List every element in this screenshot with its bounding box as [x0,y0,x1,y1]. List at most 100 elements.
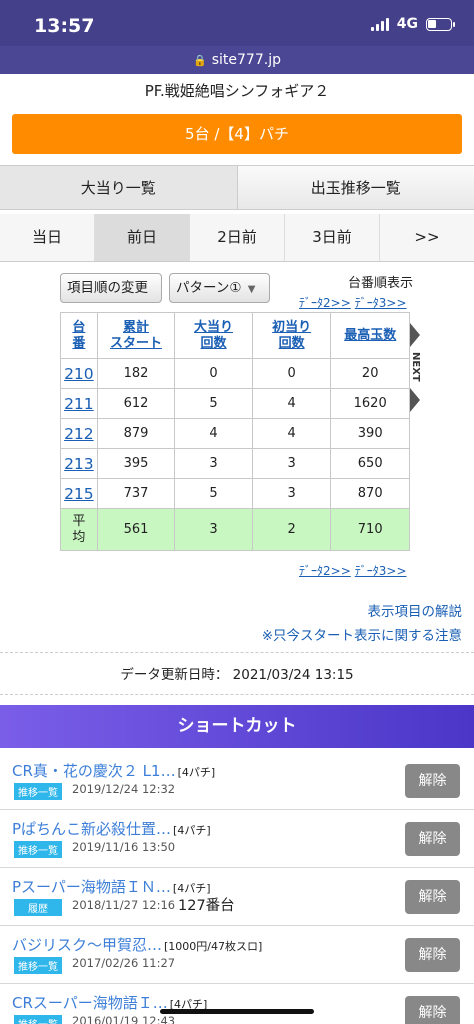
shortcut-badge: 推移一覧 [14,957,62,974]
table-row: 211 612 5 4 1620 [60,388,410,419]
data-links-top: ﾃﾞｰﾀ2>> ﾃﾞｰﾀ3>> [299,294,407,311]
notice-link[interactable]: ※只今スタート表示に関する注意 [262,624,462,644]
machine-number-link[interactable]: 215 [60,478,98,509]
cell-start: 879 [96,418,176,449]
cell-start: 612 [96,388,176,419]
network-label: 4G [396,16,418,32]
shortcut-item[interactable]: CR真・花の慶次２ L1… [4パチ] 推移一覧 2019/12/24 12:32… [0,752,474,810]
dropdown-arrow-icon: ▼ [247,284,256,295]
shortcut-date: 2019/11/16 13:50 [72,840,176,854]
shortcut-header: ショートカット [0,705,474,748]
col-total-start[interactable]: 累計 スタート [96,312,176,359]
home-indicator[interactable] [160,1009,314,1014]
table-row: 212 879 4 4 390 [60,418,410,449]
cell-first: 4 [251,388,332,419]
cell-start: 395 [96,448,176,479]
col-machine-no[interactable]: 台 番 [60,312,98,359]
avg-first: 2 [251,508,332,551]
pattern-select[interactable]: パターン① ▼ [169,273,270,303]
data2-link[interactable]: ﾃﾞｰﾀ2>> [299,296,351,310]
next-arrow-icon[interactable] [410,323,420,347]
tab-today[interactable]: 当日 [0,214,95,261]
url-bar[interactable]: 🔒 site777.jp [0,46,474,74]
next-label[interactable]: NEXT [408,352,422,385]
col-max-balls[interactable]: 最高玉数 [330,312,410,359]
machine-title: PF.戦姫絶唱シンフォギア２ [144,82,330,100]
shortcut-title[interactable]: CR真・花の慶次２ L1… [4パチ] [12,760,215,781]
battery-icon [426,17,455,31]
avg-big: 3 [174,508,253,551]
shortcut-item[interactable]: Pスーパー海物語ＩＮ… [4パチ] 履歴 2018/11/27 12:16 127… [0,868,474,926]
cell-big: 5 [174,388,253,419]
pattern-value: パターン① [176,280,242,296]
cell-first: 0 [251,358,332,389]
remove-shortcut-button[interactable]: 解除 [405,880,460,914]
next-arrow-icon[interactable] [410,388,420,412]
tab-jackpot-list[interactable]: 大当り一覧 [0,166,238,209]
shortcut-badge: 推移一覧 [14,841,62,858]
data-links-bottom: ﾃﾞｰﾀ2>> ﾃﾞｰﾀ3>> [299,562,407,579]
tab-previous-day[interactable]: 前日 [95,214,190,261]
tab-more[interactable]: >> [380,214,474,261]
data3-link[interactable]: ﾃﾞｰﾀ3>> [355,564,407,578]
shortcut-date: 2016/01/19 12:43 [72,1014,176,1024]
machine-number-link[interactable]: 210 [60,358,98,389]
average-row: 平 均 561 3 2 710 [60,508,410,551]
cell-max: 20 [330,358,410,389]
tab-payout-transition[interactable]: 出玉推移一覧 [237,166,474,209]
shortcut-title[interactable]: バジリスク～甲賀忍… [1000円/47枚スロ] [12,934,262,955]
cell-big: 5 [174,478,253,509]
remove-shortcut-button[interactable]: 解除 [405,764,460,798]
lock-icon: 🔒 [193,54,207,67]
shortcut-item[interactable]: Pぱちんこ新必殺仕置… [4パチ] 推移一覧 2019/11/16 13:50 解… [0,810,474,868]
day-tabs: 当日 前日 2日前 3日前 >> [0,214,474,262]
avg-max: 710 [330,508,410,551]
table-row: 215 737 5 3 870 [60,478,410,509]
cell-big: 0 [174,358,253,389]
data2-link[interactable]: ﾃﾞｰﾀ2>> [299,564,351,578]
shortcut-item[interactable]: バジリスク～甲賀忍… [1000円/47枚スロ] 推移一覧 2017/02/26 … [0,926,474,984]
cell-big: 4 [174,418,253,449]
col-first-hit-count[interactable]: 初当り 回数 [251,312,332,359]
col-jackpot-count[interactable]: 大当り 回数 [174,312,253,359]
reorder-button[interactable]: 項目順の変更 [60,273,162,303]
average-label: 平 均 [60,508,98,551]
cell-first: 3 [251,448,332,479]
explain-link[interactable]: 表示項目の解説 [368,600,463,620]
machine-number-link[interactable]: 211 [60,388,98,419]
cell-max: 1620 [330,388,410,419]
shortcut-date: 2019/12/24 12:32 [72,782,176,796]
signal-icon [370,17,389,31]
tab-2-days-ago[interactable]: 2日前 [190,214,285,261]
cell-max: 870 [330,478,410,509]
update-timestamp: データ更新日時： 2021/03/24 13:15 [120,667,354,683]
table-header-row: 台 番 累計 スタート 大当り 回数 初当り 回数 最高玉数 [60,312,410,359]
cell-max: 390 [330,418,410,449]
store-select-button[interactable]: 5台 /【4】パチ [12,114,462,154]
table-row: 213 395 3 3 650 [60,448,410,479]
remove-shortcut-button[interactable]: 解除 [405,996,460,1024]
machine-number-link[interactable]: 213 [60,448,98,479]
status-icons: 4G [370,16,455,32]
divider [0,652,474,653]
cell-first: 3 [251,478,332,509]
sort-label: 台番順表示 [347,276,413,291]
shortcut-date: 2018/11/27 12:16 [72,898,176,912]
tab-3-days-ago[interactable]: 3日前 [285,214,380,261]
cell-max: 650 [330,448,410,479]
data3-link[interactable]: ﾃﾞｰﾀ3>> [355,296,407,310]
shortcut-title[interactable]: Pぱちんこ新必殺仕置… [4パチ] [12,818,211,839]
main-tabs: 大当り一覧 出玉推移一覧 [0,165,474,210]
shortcut-date: 2017/02/26 11:27 [72,956,176,970]
shortcut-extra: 127番台 [178,898,235,914]
cell-big: 3 [174,448,253,479]
status-time: 13:57 [34,15,95,37]
remove-shortcut-button[interactable]: 解除 [405,822,460,856]
shortcut-item[interactable]: CRスーパー海物語Ｉ…[4パチ] 推移一覧 2016/01/19 12:43 解… [0,984,474,1024]
machine-number-link[interactable]: 212 [60,418,98,449]
avg-start: 561 [96,508,176,551]
status-bar: 13:57 4G [0,0,474,46]
remove-shortcut-button[interactable]: 解除 [405,938,460,972]
url-text: site777.jp [211,52,281,68]
machine-data-table: 台 番 累計 スタート 大当り 回数 初当り 回数 最高玉数 210 182 0… [60,312,410,551]
